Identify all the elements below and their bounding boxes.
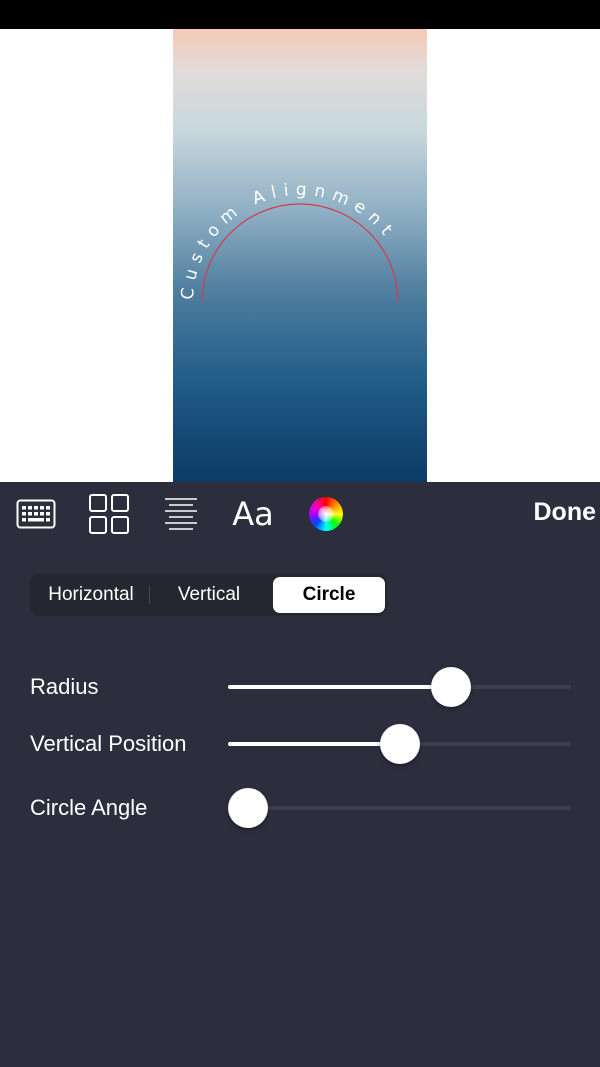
- circle-angle-label: Circle Angle: [30, 795, 148, 820]
- canvas-area: Custom Alignment: [0, 29, 600, 482]
- font-button[interactable]: Aa: [231, 492, 275, 536]
- vertical-position-slider-fill: [228, 742, 400, 746]
- text-options-panel: Aa Done Horizontal Vertical Circle Radiu…: [0, 482, 600, 1067]
- grid-icon: [89, 494, 129, 534]
- vertical-position-slider-thumb[interactable]: [379, 724, 420, 764]
- keyboard-icon: [16, 499, 56, 529]
- text-align-icon: [165, 498, 197, 530]
- segment-horizontal[interactable]: Horizontal: [33, 577, 149, 613]
- font-icon: Aa: [232, 495, 274, 533]
- radius-slider[interactable]: [228, 667, 571, 707]
- segment-vertical[interactable]: Vertical: [150, 577, 268, 613]
- circle-angle-slider[interactable]: [228, 788, 571, 828]
- alignment-segmented-control: Horizontal Vertical Circle: [30, 574, 387, 616]
- radius-slider-thumb[interactable]: [431, 667, 471, 707]
- keyboard-button[interactable]: [14, 492, 58, 536]
- done-button[interactable]: Done: [534, 498, 597, 527]
- radius-slider-fill: [228, 685, 451, 689]
- alignment-button[interactable]: [159, 492, 203, 536]
- vertical-position-label: Vertical Position: [30, 731, 187, 756]
- color-button[interactable]: [304, 492, 348, 536]
- segment-circle[interactable]: Circle: [273, 577, 385, 613]
- vertical-position-slider[interactable]: [228, 724, 571, 764]
- color-wheel-icon: [309, 497, 343, 531]
- status-bar: [0, 0, 600, 29]
- toolbar: Aa Done: [0, 482, 600, 546]
- background-preview[interactable]: Custom Alignment: [173, 29, 427, 482]
- curved-text-layer[interactable]: Custom Alignment: [173, 29, 427, 482]
- radius-label: Radius: [30, 674, 99, 699]
- circle-angle-slider-thumb[interactable]: [228, 788, 268, 828]
- curved-text[interactable]: Custom Alignment: [178, 180, 401, 301]
- layout-button[interactable]: [87, 492, 131, 536]
